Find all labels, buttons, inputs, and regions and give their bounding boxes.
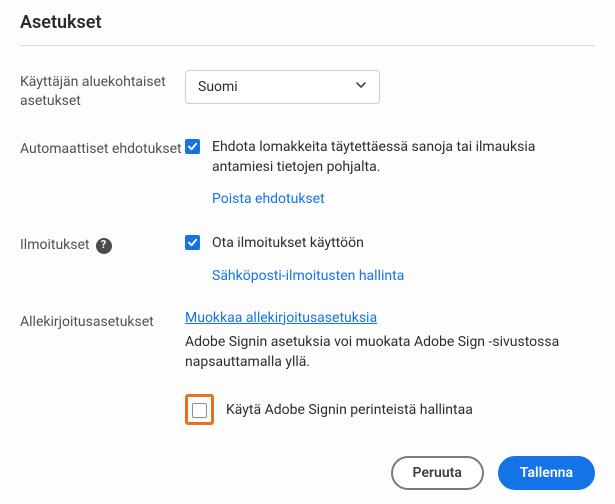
legacy-admin-text: Käytä Adobe Signin perinteistä hallintaa — [226, 402, 473, 418]
auto-suggest-label: Automaattiset ehdotukset — [20, 137, 185, 159]
signing-description: Adobe Signin asetuksia voi muokata Adobe… — [185, 332, 595, 373]
remove-suggestions-link[interactable]: Poista ehdotukset — [212, 191, 325, 207]
divider — [20, 45, 595, 46]
locale-label: Käyttäjän aluekohtaiset asetukset — [20, 70, 185, 111]
notifications-text: Ota ilmoitukset käyttöön — [212, 233, 364, 253]
email-notifications-link[interactable]: Sähköposti-ilmoitusten hallinta — [212, 268, 404, 284]
auto-suggest-checkbox[interactable] — [185, 139, 200, 154]
chevron-down-icon — [355, 79, 367, 95]
cancel-button[interactable]: Peruuta — [391, 456, 484, 490]
save-button[interactable]: Tallenna — [498, 456, 595, 490]
signing-label: Allekirjoitusasetukset — [20, 310, 185, 332]
locale-selected-value: Suomi — [198, 79, 238, 95]
notifications-checkbox[interactable] — [185, 235, 200, 250]
page-title: Asetukset — [20, 12, 595, 33]
edit-signing-link[interactable]: Muokkaa allekirjoitusasetuksia — [185, 310, 377, 326]
help-icon[interactable]: ? — [96, 238, 112, 254]
auto-suggest-text: Ehdota lomakkeita täytettäessä sanoja ta… — [212, 137, 595, 178]
notifications-label: Ilmoitukset — [20, 236, 90, 255]
locale-select[interactable]: Suomi — [185, 70, 380, 104]
legacy-checkbox-highlight — [185, 394, 214, 425]
legacy-admin-checkbox[interactable] — [192, 403, 207, 418]
